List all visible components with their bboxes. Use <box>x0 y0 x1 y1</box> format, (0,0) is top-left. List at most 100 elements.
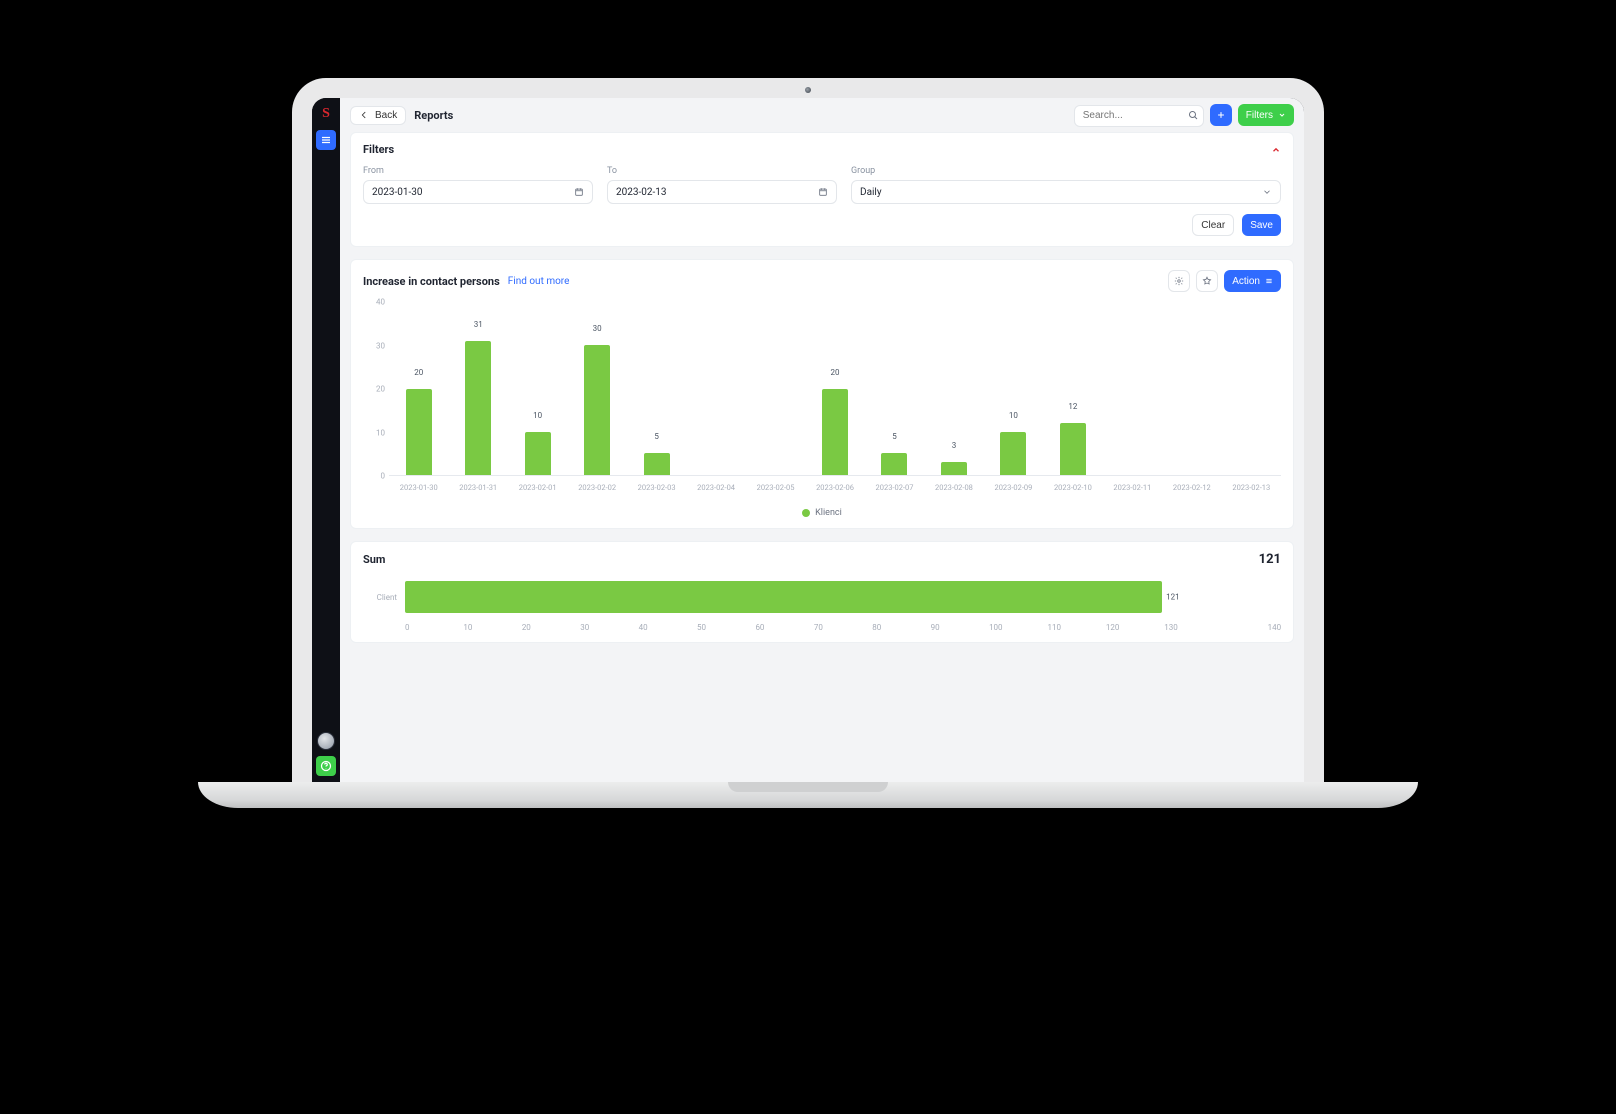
bar-column <box>1222 302 1281 475</box>
hx-tick: 90 <box>931 623 989 632</box>
topbar: Back Reports Filters <box>340 98 1304 132</box>
hx-tick: 30 <box>580 623 638 632</box>
x-tick-label: 2023-02-07 <box>865 483 924 492</box>
legend-label: Klienci <box>815 508 842 518</box>
find-out-more-link[interactable]: Find out more <box>508 276 570 287</box>
hx-tick: 40 <box>639 623 697 632</box>
laptop-camera <box>805 87 811 93</box>
favorite-button[interactable] <box>1196 270 1218 292</box>
x-tick-label: 2023-02-10 <box>1043 483 1102 492</box>
bar <box>406 389 432 476</box>
bar-column: 20 <box>805 302 864 475</box>
y-tick: 40 <box>376 298 385 307</box>
to-value: 2023-02-13 <box>616 187 667 198</box>
bar-column: 12 <box>1043 302 1102 475</box>
settings-button[interactable] <box>1168 270 1190 292</box>
menu-icon <box>1265 277 1273 285</box>
filters-title: Filters <box>363 143 394 156</box>
x-tick-label: 2023-01-30 <box>389 483 448 492</box>
group-select[interactable]: Daily <box>851 180 1281 204</box>
x-tick-label: 2023-02-03 <box>627 483 686 492</box>
legend-dot <box>802 509 810 517</box>
bar-value-label: 31 <box>474 320 483 329</box>
clear-button[interactable]: Clear <box>1192 214 1234 236</box>
y-tick: 30 <box>376 341 385 350</box>
hx-tick: 80 <box>872 623 930 632</box>
save-button[interactable]: Save <box>1242 214 1281 236</box>
bar <box>584 345 610 475</box>
y-tick: 10 <box>376 428 385 437</box>
from-value: 2023-01-30 <box>372 187 423 198</box>
bar-value-label: 5 <box>892 432 897 441</box>
bar <box>881 453 907 475</box>
bar-column: 10 <box>984 302 1043 475</box>
bar <box>1000 432 1026 475</box>
x-tick-label: 2023-02-12 <box>1162 483 1221 492</box>
x-tick-label: 2023-02-08 <box>924 483 983 492</box>
bar-column: 20 <box>389 302 448 475</box>
chevron-down-icon <box>1278 111 1286 119</box>
bar <box>1060 423 1086 475</box>
search-input[interactable] <box>1074 105 1204 127</box>
sidebar-menu-button[interactable] <box>316 130 336 150</box>
bar <box>644 453 670 475</box>
x-tick-label: 2023-02-01 <box>508 483 567 492</box>
calendar-icon <box>818 187 828 197</box>
chart-title: Increase in contact persons <box>363 275 500 288</box>
hx-tick: 0 <box>405 623 463 632</box>
bar-column: 30 <box>567 302 626 475</box>
chart-legend: Klienci <box>363 508 1281 518</box>
x-tick-label: 2023-02-02 <box>567 483 626 492</box>
to-input[interactable]: 2023-02-13 <box>607 180 837 204</box>
hx-tick: 140 <box>1223 623 1281 632</box>
collapse-icon[interactable] <box>1271 145 1281 155</box>
bar-value-label: 3 <box>952 441 957 450</box>
x-tick-label: 2023-01-31 <box>448 483 507 492</box>
chart-card: Increase in contact persons Find out mor… <box>350 259 1294 529</box>
sum-total: 121 <box>1259 552 1281 567</box>
bar-value-label: 12 <box>1068 402 1077 411</box>
from-input[interactable]: 2023-01-30 <box>363 180 593 204</box>
x-tick-label: 2023-02-06 <box>805 483 864 492</box>
to-label: To <box>607 166 837 176</box>
bar-value-label: 20 <box>414 368 423 377</box>
hx-tick: 130 <box>1164 623 1222 632</box>
bar-column <box>1103 302 1162 475</box>
hx-tick: 100 <box>989 623 1047 632</box>
sidebar-help-button[interactable] <box>316 756 336 776</box>
back-button[interactable]: Back <box>350 106 406 125</box>
back-label: Back <box>375 110 397 121</box>
filters-button[interactable]: Filters <box>1238 104 1294 126</box>
search-wrap <box>1074 103 1204 127</box>
x-tick-label: 2023-02-09 <box>984 483 1043 492</box>
group-label: Group <box>851 166 1281 176</box>
bar <box>525 432 551 475</box>
bar <box>822 389 848 476</box>
x-tick-label: 2023-02-04 <box>686 483 745 492</box>
breadcrumb: Reports <box>414 109 453 122</box>
action-button[interactable]: Action <box>1224 270 1281 292</box>
y-tick: 20 <box>376 385 385 394</box>
x-tick-label: 2023-02-13 <box>1222 483 1281 492</box>
hx-tick: 50 <box>697 623 755 632</box>
bar-column: 10 <box>508 302 567 475</box>
bar-column: 5 <box>865 302 924 475</box>
bar <box>465 341 491 475</box>
add-button[interactable] <box>1210 104 1232 126</box>
x-tick-label: 2023-02-11 <box>1103 483 1162 492</box>
filters-card: Filters From 2023-01-30 <box>350 132 1294 247</box>
bar-column: 5 <box>627 302 686 475</box>
bar-column: 31 <box>448 302 507 475</box>
chevron-down-icon <box>1262 187 1272 197</box>
from-label: From <box>363 166 593 176</box>
bar-column <box>746 302 805 475</box>
bar-value-label: 5 <box>654 432 659 441</box>
bar-chart: 010203040 20311030520531012 2023-01-3020… <box>363 302 1281 502</box>
search-icon <box>1187 109 1199 121</box>
bar-value-label: 30 <box>593 324 602 333</box>
hx-tick: 20 <box>522 623 580 632</box>
hbar-value: 121 <box>1166 593 1180 602</box>
avatar[interactable] <box>317 732 335 750</box>
bar-value-label: 10 <box>533 411 542 420</box>
filters-button-label: Filters <box>1246 110 1273 121</box>
